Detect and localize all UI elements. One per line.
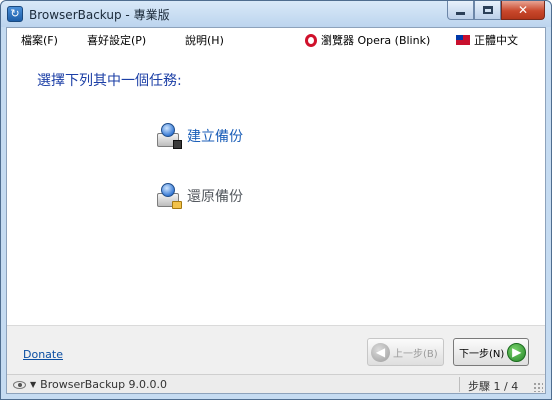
close-button[interactable]: ✕	[501, 1, 545, 20]
restore-backup-task[interactable]: 還原備份	[157, 183, 243, 209]
menu-help[interactable]: 說明(H)	[185, 32, 224, 48]
status-version-area[interactable]: ▼ BrowserBackup 9.0.0.0	[13, 378, 167, 391]
back-arrow-icon: ◀	[371, 342, 390, 362]
close-icon: ✕	[517, 3, 529, 17]
footer-bar: Donate ◀ 上一步(B) 下一步(N) ▶	[7, 325, 545, 374]
maximize-button[interactable]	[474, 1, 501, 20]
restore-backup-label: 還原備份	[187, 189, 243, 205]
browser-selector[interactable]: 瀏覽器 Opera (Blink)	[305, 32, 430, 48]
opera-icon	[305, 33, 317, 47]
client-area: 檔案(F) 喜好設定(P) 說明(H) 瀏覽器 Opera (Blink) 正體…	[6, 27, 546, 394]
status-bar: ▼ BrowserBackup 9.0.0.0 步驟 1 / 4	[7, 374, 545, 393]
browser-label: 瀏覽器 Opera (Blink)	[321, 34, 431, 47]
menu-bar: 檔案(F) 喜好設定(P) 說明(H) 瀏覽器 Opera (Blink) 正體…	[7, 28, 545, 50]
donate-link[interactable]: Donate	[23, 348, 63, 361]
menu-preferences[interactable]: 喜好設定(P)	[87, 32, 146, 48]
create-backup-label: 建立備份	[187, 129, 243, 145]
resize-grip-icon[interactable]	[533, 382, 543, 392]
window-title: BrowserBackup - 專業版	[29, 8, 170, 22]
taiwan-flag-icon	[456, 35, 470, 45]
task-prompt: 選擇下列其中一個任務:	[37, 73, 182, 89]
app-window: ↻ BrowserBackup - 專業版 ✕ 檔案(F) 喜好設定(P) 說明…	[0, 0, 552, 400]
status-divider	[459, 377, 460, 392]
restore-backup-icon	[157, 183, 182, 209]
next-button[interactable]: 下一步(N) ▶	[453, 338, 529, 366]
back-button-label: 上一步(B)	[393, 348, 438, 360]
create-backup-icon	[157, 123, 182, 149]
title-bar[interactable]: ↻ BrowserBackup - 專業版 ✕	[1, 1, 551, 27]
minimize-button[interactable]	[447, 1, 474, 20]
language-selector[interactable]: 正體中文	[456, 32, 518, 48]
next-button-label: 下一步(N)	[459, 348, 505, 360]
step-indicator: 步驟 1 / 4	[468, 380, 519, 393]
create-backup-task[interactable]: 建立備份	[157, 123, 243, 149]
maximize-icon	[482, 6, 493, 14]
window-controls: ✕	[447, 1, 545, 20]
version-label: BrowserBackup 9.0.0.0	[40, 378, 168, 391]
minimize-icon	[456, 11, 465, 15]
menu-file[interactable]: 檔案(F)	[21, 32, 58, 48]
caret-down-icon: ▼	[30, 380, 37, 389]
next-arrow-icon: ▶	[507, 342, 527, 362]
app-icon[interactable]: ↻	[7, 6, 23, 22]
eye-icon	[13, 380, 26, 389]
back-button[interactable]: ◀ 上一步(B)	[367, 338, 444, 366]
language-label: 正體中文	[474, 34, 518, 47]
